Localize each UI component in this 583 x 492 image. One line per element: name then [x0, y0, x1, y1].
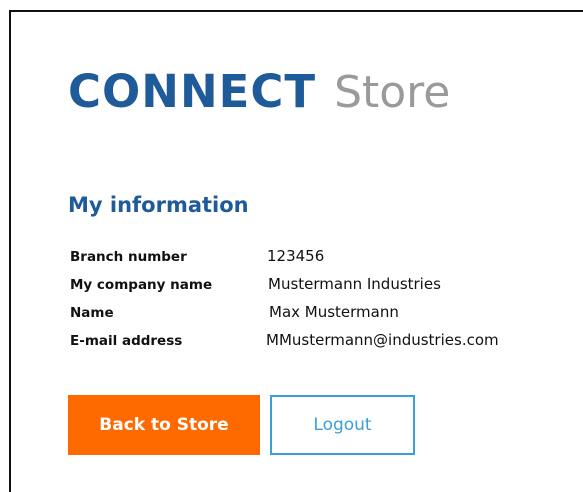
- connect-store-logo: CONNECT Store: [68, 65, 451, 118]
- main-panel: CONNECT Store My information Branch numbe…: [9, 10, 583, 492]
- name-value: Max Mustermann: [269, 303, 399, 321]
- info-row-email: E-mail address MMustermann@industries.co…: [11, 331, 571, 355]
- name-label: Name: [70, 305, 114, 321]
- logo-store-text: Store: [334, 67, 451, 118]
- info-row-name: Name Max Mustermann: [11, 303, 571, 327]
- company-name-value: Mustermann Industries: [268, 275, 441, 293]
- back-to-store-button[interactable]: Back to Store: [68, 395, 260, 455]
- logo-connect-text: CONNECT: [68, 65, 317, 118]
- company-name-label: My company name: [70, 277, 213, 293]
- logout-button[interactable]: Logout: [270, 395, 415, 455]
- branch-number-label: Branch number: [70, 249, 187, 265]
- info-row-branch-number: Branch number 123456: [11, 247, 571, 271]
- email-value: MMustermann@industries.com: [266, 331, 499, 349]
- branch-number-value: 123456: [267, 247, 325, 265]
- section-title: My information: [68, 193, 249, 217]
- email-label: E-mail address: [70, 333, 183, 349]
- info-row-company-name: My company name Mustermann Industries: [11, 275, 571, 299]
